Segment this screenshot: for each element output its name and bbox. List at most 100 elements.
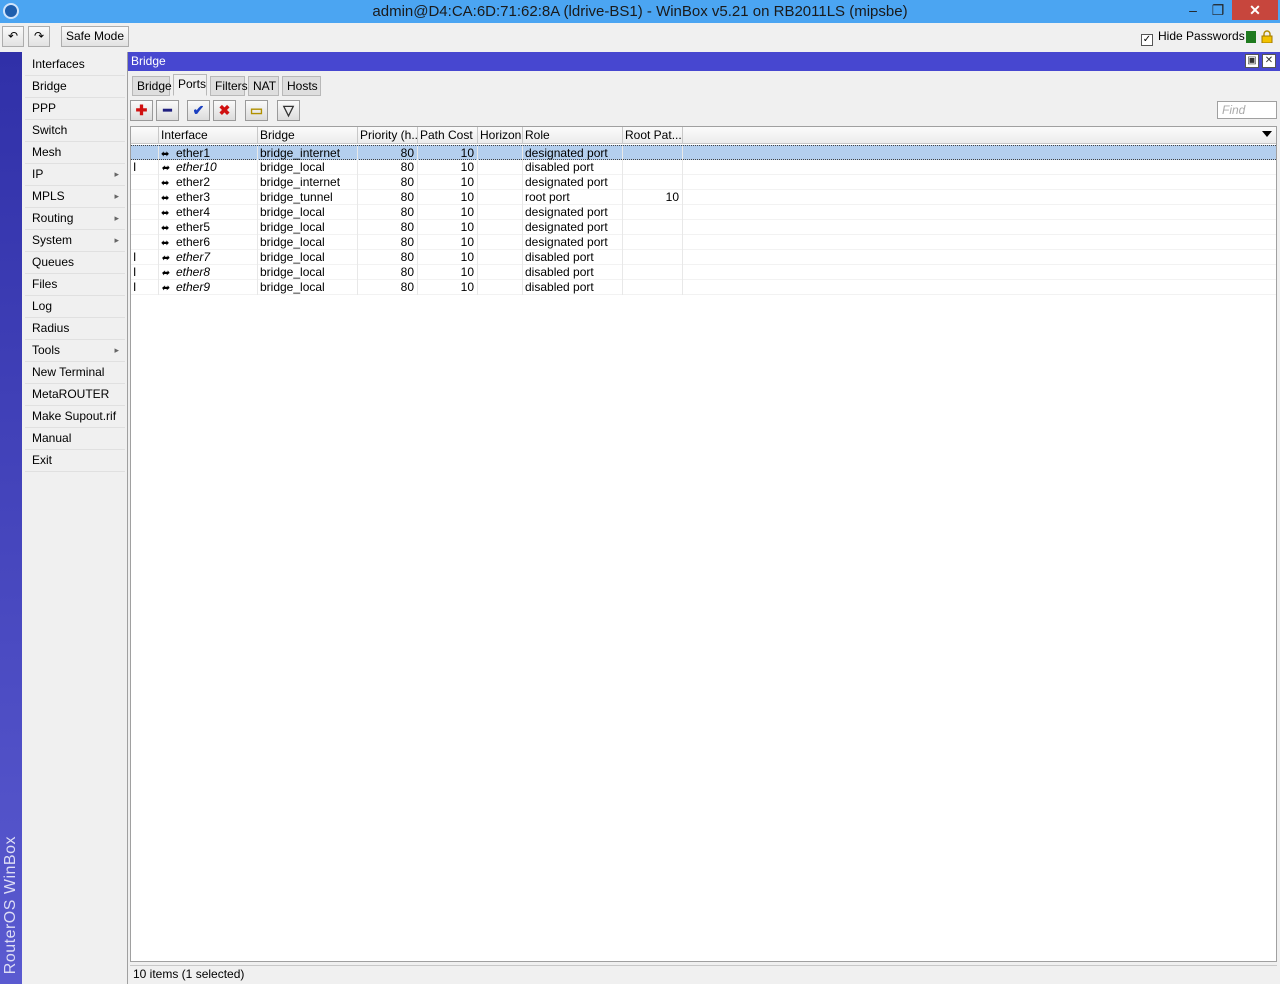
cell-horizon: [478, 235, 523, 250]
comment-button[interactable]: ▭: [245, 100, 268, 121]
menu-item-ip[interactable]: IP ▸: [25, 164, 125, 186]
port-icon: ⬌: [161, 223, 169, 234]
column-header-horizon[interactable]: Horizon: [478, 127, 523, 144]
tab-filters[interactable]: Filters: [210, 76, 248, 96]
column-header-interface[interactable]: Interface: [159, 127, 258, 144]
menu-item-system[interactable]: System ▸: [25, 230, 125, 252]
port-icon: ⬌: [161, 283, 169, 294]
column-header-flags[interactable]: [131, 127, 159, 144]
find-input[interactable]: Find: [1217, 101, 1277, 119]
cell-bridge: bridge_local: [258, 205, 358, 220]
cell-flag: [131, 220, 159, 235]
table-row[interactable]: I ⬌ ether10 bridge_local 80 10 disabled port: [131, 160, 1276, 175]
tab-ports[interactable]: Ports: [173, 74, 207, 96]
enable-button[interactable]: ✔: [187, 100, 210, 121]
window-restore-button[interactable]: ▣: [1245, 54, 1259, 68]
table-row[interactable]: ⬌ ether2 bridge_internet 80 10 designated por…: [131, 175, 1276, 190]
hide-passwords-toggle[interactable]: ✓ Hide Passwords: [1141, 29, 1245, 46]
hide-passwords-checkbox[interactable]: ✓: [1141, 34, 1153, 46]
window-close-button[interactable]: ✕: [1262, 54, 1276, 68]
add-button[interactable]: ✚: [130, 100, 153, 121]
column-header-role[interactable]: Role: [523, 127, 623, 144]
table-row[interactable]: ⬌ ether1 bridge_internet 80 10 designated por…: [131, 145, 1276, 161]
cell-root-path: [623, 250, 683, 265]
table-row[interactable]: ⬌ ether4 bridge_local 80 10 designated port: [131, 205, 1276, 220]
main-toolbar: ↶ ↷ Safe Mode: [0, 23, 1280, 50]
interface-name: ether8: [176, 265, 211, 279]
disable-button[interactable]: ✖: [213, 100, 236, 121]
cell-path-cost: 10: [418, 265, 478, 280]
interface-name: ether5: [176, 220, 211, 234]
ports-table: Interface Bridge Priority (h... Path Cos…: [130, 126, 1277, 962]
cell-root-path: [623, 205, 683, 220]
menu-item-interfaces[interactable]: Interfaces: [25, 54, 125, 76]
interface-name: ether7: [176, 250, 211, 264]
menu-item-queues[interactable]: Queues: [25, 252, 125, 274]
cell-flag: I: [131, 265, 159, 280]
cell-flag: I: [131, 280, 159, 295]
table-row[interactable]: ⬌ ether6 bridge_local 80 10 designated port: [131, 235, 1276, 250]
menu-item-radius[interactable]: Radius: [25, 318, 125, 340]
menu-item-mpls[interactable]: MPLS ▸: [25, 186, 125, 208]
menu-item-exit[interactable]: Exit: [25, 450, 125, 472]
cell-flag: [131, 190, 159, 205]
cell-priority: 80: [358, 205, 418, 220]
table-row[interactable]: ⬌ ether3 bridge_tunnel 80 10 root port 10: [131, 190, 1276, 205]
column-chooser-icon[interactable]: [1262, 131, 1272, 137]
safe-mode-button[interactable]: Safe Mode: [61, 26, 129, 47]
port-icon: ⬌: [161, 163, 169, 174]
cell-horizon: [478, 205, 523, 220]
routeros-winbox-strip: RouterOS WinBox: [0, 52, 22, 984]
cell-root-path: [623, 175, 683, 190]
table-row[interactable]: ⬌ ether5 bridge_local 80 10 designated port: [131, 220, 1276, 235]
column-header-root-path-cost[interactable]: Root Pat...: [623, 127, 683, 144]
table-row[interactable]: I ⬌ ether8 bridge_local 80 10 disabled port: [131, 265, 1276, 280]
close-button[interactable]: ✕: [1232, 0, 1278, 20]
strip-label: RouterOS WinBox: [2, 835, 19, 974]
tab-nat[interactable]: NAT: [248, 76, 279, 96]
cell-role: designated port: [523, 175, 623, 190]
cell-path-cost: 10: [418, 160, 478, 175]
column-header-priority[interactable]: Priority (h...: [358, 127, 418, 144]
menu-item-ppp[interactable]: PPP: [25, 98, 125, 120]
table-row[interactable]: I ⬌ ether9 bridge_local 80 10 disabled port: [131, 280, 1276, 295]
bridge-window-header[interactable]: Bridge ▣ ✕: [128, 52, 1280, 71]
menu-item-manual[interactable]: Manual: [25, 428, 125, 450]
cell-root-path: [623, 220, 683, 235]
menu-item-make-supout[interactable]: Make Supout.rif: [25, 406, 125, 428]
menu-item-metarouter[interactable]: MetaROUTER: [25, 384, 125, 406]
table-row[interactable]: I ⬌ ether7 bridge_local 80 10 disabled port: [131, 250, 1276, 265]
menu-item-files[interactable]: Files: [25, 274, 125, 296]
column-header-path-cost[interactable]: Path Cost: [418, 127, 478, 144]
cell-bridge: bridge_local: [258, 235, 358, 250]
cell-bridge: bridge_local: [258, 280, 358, 295]
tab-bridge[interactable]: Bridge: [132, 76, 172, 96]
cell-role: disabled port: [523, 250, 623, 265]
undo-button[interactable]: ↶: [2, 26, 24, 47]
filter-button[interactable]: ▽: [277, 100, 300, 121]
minimize-button[interactable]: –: [1180, 0, 1206, 20]
submenu-arrow-icon: ▸: [114, 169, 119, 179]
cell-flag: [131, 235, 159, 250]
maximize-button[interactable]: ❐: [1205, 0, 1231, 20]
cell-priority: 80: [358, 250, 418, 265]
redo-button[interactable]: ↷: [28, 26, 50, 47]
menu-item-switch[interactable]: Switch: [25, 120, 125, 142]
cell-bridge: bridge_local: [258, 250, 358, 265]
menu-item-tools[interactable]: Tools ▸: [25, 340, 125, 362]
cell-role: disabled port: [523, 265, 623, 280]
cell-flag: I: [131, 160, 159, 175]
menu-item-log[interactable]: Log: [25, 296, 125, 318]
menu-item-new-terminal[interactable]: New Terminal: [25, 362, 125, 384]
column-header-bridge[interactable]: Bridge: [258, 127, 358, 144]
menu-item-routing[interactable]: Routing ▸: [25, 208, 125, 230]
cell-interface: ⬌ ether2: [159, 175, 258, 190]
tab-hosts[interactable]: Hosts: [282, 76, 321, 96]
cell-interface: ⬌ ether7: [159, 250, 258, 265]
cell-horizon: [478, 220, 523, 235]
cell-horizon: [478, 265, 523, 280]
port-icon: ⬌: [161, 208, 169, 219]
menu-item-bridge[interactable]: Bridge: [25, 76, 125, 98]
remove-button[interactable]: ━: [156, 100, 179, 121]
menu-item-mesh[interactable]: Mesh: [25, 142, 125, 164]
